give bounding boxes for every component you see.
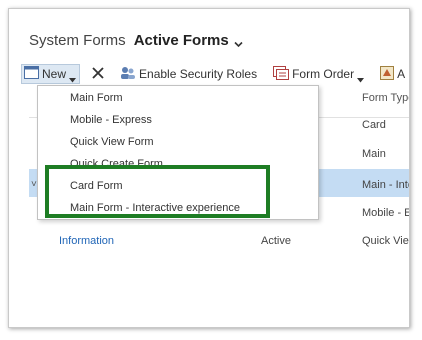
menu-item-main-form-interactive[interactable]: Main Form - Interactive experience	[70, 202, 240, 214]
menu-item-quick-view-form[interactable]: Quick View Form	[70, 136, 154, 148]
truncated-toolbar-label: A	[397, 67, 406, 81]
title-prefix: System Forms	[29, 31, 126, 49]
new-button-label: New	[42, 67, 67, 81]
chevron-down-icon[interactable]	[234, 36, 243, 47]
enable-security-roles-label: Enable Security Roles	[139, 67, 258, 81]
delete-button[interactable]	[88, 64, 108, 84]
table-cell-form-type: Mobile - E	[362, 207, 410, 219]
caret-down-icon	[69, 72, 77, 82]
column-header-form-type[interactable]: Form Type	[362, 92, 409, 104]
form-order-button[interactable]: Form Order	[269, 64, 368, 84]
truncated-toolbar-icon	[380, 65, 395, 83]
menu-item-card-form[interactable]: Card Form	[70, 180, 123, 192]
new-form-dropdown-menu: Main Form Mobile - Express Quick View Fo…	[37, 85, 319, 220]
table-cell-form-type: Main - Inte	[362, 179, 410, 191]
row-expand-marker: ˅	[31, 179, 37, 190]
security-roles-icon	[120, 66, 136, 83]
truncated-toolbar-button[interactable]: A	[376, 64, 409, 84]
new-button[interactable]: New	[21, 64, 81, 84]
command-bar: New Enable Security Roles Form Order A	[21, 63, 409, 85]
table-cell-form-type: Card	[362, 119, 386, 131]
table-cell-state: Active	[261, 235, 291, 247]
table-cell-form-type: Main	[362, 148, 386, 160]
menu-item-mobile-express[interactable]: Mobile - Express	[70, 114, 152, 126]
form-name-link[interactable]: Information	[59, 235, 114, 247]
new-form-icon	[24, 66, 39, 82]
form-order-label: Form Order	[292, 67, 355, 81]
caret-down-icon	[357, 72, 365, 82]
enable-security-roles-button[interactable]: Enable Security Roles	[116, 64, 261, 84]
table-cell-form-type: Quick View	[362, 235, 409, 247]
page-title: System Forms Active Forms	[29, 29, 243, 51]
menu-item-quick-create-form[interactable]: Quick Create Form	[70, 158, 163, 167]
view-selector[interactable]: Active Forms	[134, 32, 229, 49]
delete-x-icon	[92, 66, 104, 82]
menu-item-main-form[interactable]: Main Form	[70, 92, 123, 104]
form-order-icon	[273, 65, 290, 83]
system-forms-window: System Forms Active Forms New Enable Sec…	[8, 8, 410, 328]
